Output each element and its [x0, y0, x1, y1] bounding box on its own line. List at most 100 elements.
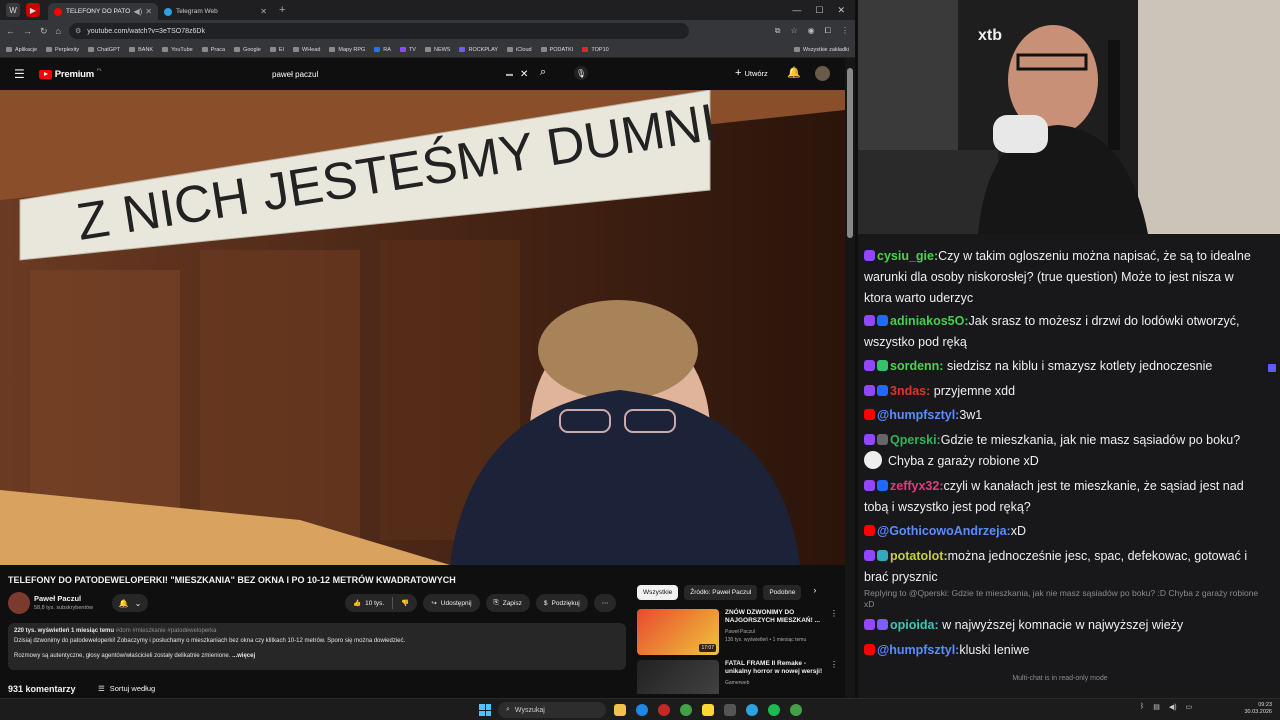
- thanks-button[interactable]: $ Podziękuj: [535, 594, 588, 612]
- bookmark[interactable]: BANK: [129, 47, 153, 53]
- video-title[interactable]: ZNÓW DZWONIMY DO NAJGORSZYCH MIESZKAŃ! .…: [725, 609, 833, 625]
- taskbar-search[interactable]: ⌕ Wyszukaj: [498, 702, 606, 718]
- extension-icon[interactable]: ◉: [808, 26, 815, 36]
- bookmark[interactable]: PODATKI: [540, 47, 573, 53]
- description-box[interactable]: 220 tys. wyświetleń 1 miesiąc temu #dom …: [8, 623, 626, 670]
- bookmark[interactable]: Aplikacje: [6, 47, 37, 53]
- chip-similar[interactable]: Podobne: [763, 585, 802, 600]
- opera-icon[interactable]: [658, 704, 670, 716]
- video-channel[interactable]: Paweł Paczul: [725, 629, 755, 635]
- bookmark[interactable]: Mapy RPG: [329, 47, 365, 53]
- avatar[interactable]: [815, 66, 830, 81]
- more-dots-icon[interactable]: ⋮: [830, 660, 838, 669]
- speaker-icon[interactable]: ◀): [133, 7, 142, 16]
- save-button[interactable]: ⎘ Zapisz: [485, 594, 530, 612]
- scroll-thumb[interactable]: [847, 68, 853, 238]
- video-thumbnail[interactable]: 17:07: [637, 609, 719, 655]
- bookmark[interactable]: ROCKPLAY: [459, 47, 498, 53]
- video-player[interactable]: Z NICH JESTEŚMY DUMNI: [0, 90, 845, 565]
- bookmark[interactable]: ChatGPT: [88, 47, 120, 53]
- menu-dots-icon[interactable]: ⋮: [841, 26, 849, 36]
- bookmark[interactable]: TV: [399, 47, 416, 53]
- video-title[interactable]: FATAL FRAME II Remake - unikalny horror …: [725, 660, 833, 676]
- window-menu-icon[interactable]: W: [6, 3, 20, 17]
- channel-avatar[interactable]: [8, 592, 30, 614]
- windows-start-icon[interactable]: [479, 704, 491, 716]
- url-field[interactable]: ⚙ youtube.com/watch?v=3eTSO78z6Dk: [68, 23, 689, 39]
- bookmark[interactable]: EI: [269, 47, 284, 53]
- home-icon[interactable]: ⌂: [56, 26, 61, 36]
- chat-username[interactable]: opioida:: [890, 618, 939, 632]
- subscription-bell-button[interactable]: 🔔 ⌄: [112, 594, 148, 612]
- volume-icon[interactable]: ◀): [1169, 703, 1177, 711]
- more-actions-button[interactable]: ⋯: [593, 594, 617, 612]
- bookmark[interactable]: Perplexity: [46, 47, 79, 53]
- battery-icon[interactable]: ▭: [1186, 703, 1193, 711]
- recommended-video[interactable]: 17:07 ZNÓW DZWONIMY DO NAJGORSZYCH MIESZ…: [637, 609, 842, 655]
- more-dots-icon[interactable]: ⋮: [830, 609, 838, 618]
- telegram-icon[interactable]: [746, 704, 758, 716]
- clock[interactable]: 09:23 30.03.2026: [1222, 702, 1272, 716]
- page-scrollbar[interactable]: [845, 58, 855, 698]
- all-bookmarks[interactable]: Wszystkie zakładki: [793, 47, 849, 53]
- microphone-icon[interactable]: 🎙: [574, 66, 588, 80]
- chat-username[interactable]: cysiu_gie:: [877, 249, 938, 263]
- recommended-video[interactable]: FATAL FRAME II Remake - unikalny horror …: [637, 660, 842, 694]
- spotify-icon[interactable]: [768, 704, 780, 716]
- tab-telegram[interactable]: Telegram Web ✕: [158, 3, 273, 20]
- bluetooth-icon[interactable]: ᛒ: [1140, 703, 1144, 711]
- youtube-logo[interactable]: Premium PL: [38, 67, 102, 80]
- network-icon[interactable]: ▤: [1153, 703, 1160, 711]
- tab-close-icon[interactable]: ✕: [145, 7, 152, 16]
- install-icon[interactable]: ⧉: [775, 26, 781, 36]
- forward-icon[interactable]: →: [23, 26, 32, 36]
- new-tab-icon[interactable]: +: [279, 4, 285, 16]
- back-icon[interactable]: ←: [6, 26, 15, 36]
- chat-username[interactable]: potatolot:: [890, 549, 948, 563]
- keyboard-icon[interactable]: ▬: [506, 71, 513, 78]
- site-info-icon[interactable]: ⚙: [75, 27, 81, 35]
- video-thumbnail[interactable]: [637, 660, 719, 694]
- star-icon[interactable]: ☆: [790, 26, 797, 36]
- tab-close-icon[interactable]: ✕: [260, 7, 267, 16]
- download-icon[interactable]: [724, 704, 736, 716]
- bookmark[interactable]: TOP10: [582, 47, 609, 53]
- notifications-icon[interactable]: 🔔: [787, 66, 801, 79]
- create-button[interactable]: + Utwórz: [735, 67, 768, 79]
- chat-username[interactable]: Qperski:: [890, 433, 941, 447]
- chat-username[interactable]: 3ndas:: [890, 384, 930, 398]
- channel-name[interactable]: Paweł Paczul: [34, 594, 81, 603]
- like-button[interactable]: 👍 10 tys. 👎: [345, 594, 418, 612]
- minimize-icon[interactable]: —: [792, 5, 801, 16]
- bookmark[interactable]: Praca: [201, 47, 225, 53]
- chrome-icon[interactable]: [680, 704, 692, 716]
- hashtags[interactable]: #dom #mieszkanie #patodeweloperka: [116, 628, 217, 634]
- chevron-right-icon[interactable]: ›: [813, 585, 816, 600]
- chat-username[interactable]: zeffyx32:: [890, 479, 944, 493]
- bookmark[interactable]: WHead: [293, 47, 320, 53]
- youtube-pinned-icon[interactable]: ▶: [26, 3, 40, 17]
- share-button[interactable]: ↪ Udostępnij: [423, 594, 480, 612]
- video-channel[interactable]: Gamerweb: [725, 680, 749, 686]
- chat-username[interactable]: @GothicowoAndrzeja:: [877, 524, 1011, 538]
- chat-username[interactable]: adiniakos5O:: [890, 314, 969, 328]
- notes-icon[interactable]: [702, 704, 714, 716]
- bookmark[interactable]: RA: [374, 47, 391, 53]
- hamburger-menu-icon[interactable]: ☰: [14, 67, 25, 81]
- chat-username[interactable]: @humpfsztyl:: [877, 643, 959, 657]
- chrome-active-icon[interactable]: [790, 704, 802, 716]
- extensions-icon[interactable]: ⧠: [825, 26, 831, 36]
- search-icon[interactable]: ⌕: [540, 66, 546, 79]
- chat-username[interactable]: sordenn:: [890, 359, 943, 373]
- bookmark[interactable]: YouTube: [162, 47, 193, 53]
- bookmark[interactable]: Google: [234, 47, 261, 53]
- clear-search-icon[interactable]: ✕: [520, 69, 528, 80]
- show-more-link[interactable]: ...więcej: [232, 653, 255, 659]
- chat-username[interactable]: @humpfsztyl:: [877, 408, 959, 422]
- reload-icon[interactable]: ↻: [40, 26, 48, 37]
- chat-scroll-marker[interactable]: [1268, 364, 1276, 372]
- thumbs-down-icon[interactable]: 👎: [401, 599, 409, 607]
- bookmark[interactable]: iCloud: [507, 47, 532, 53]
- search-input[interactable]: paweł paczul ▬ ✕: [262, 65, 534, 84]
- tab-youtube[interactable]: TELEFONY DO PATODEWEL ◀) ✕: [48, 3, 158, 20]
